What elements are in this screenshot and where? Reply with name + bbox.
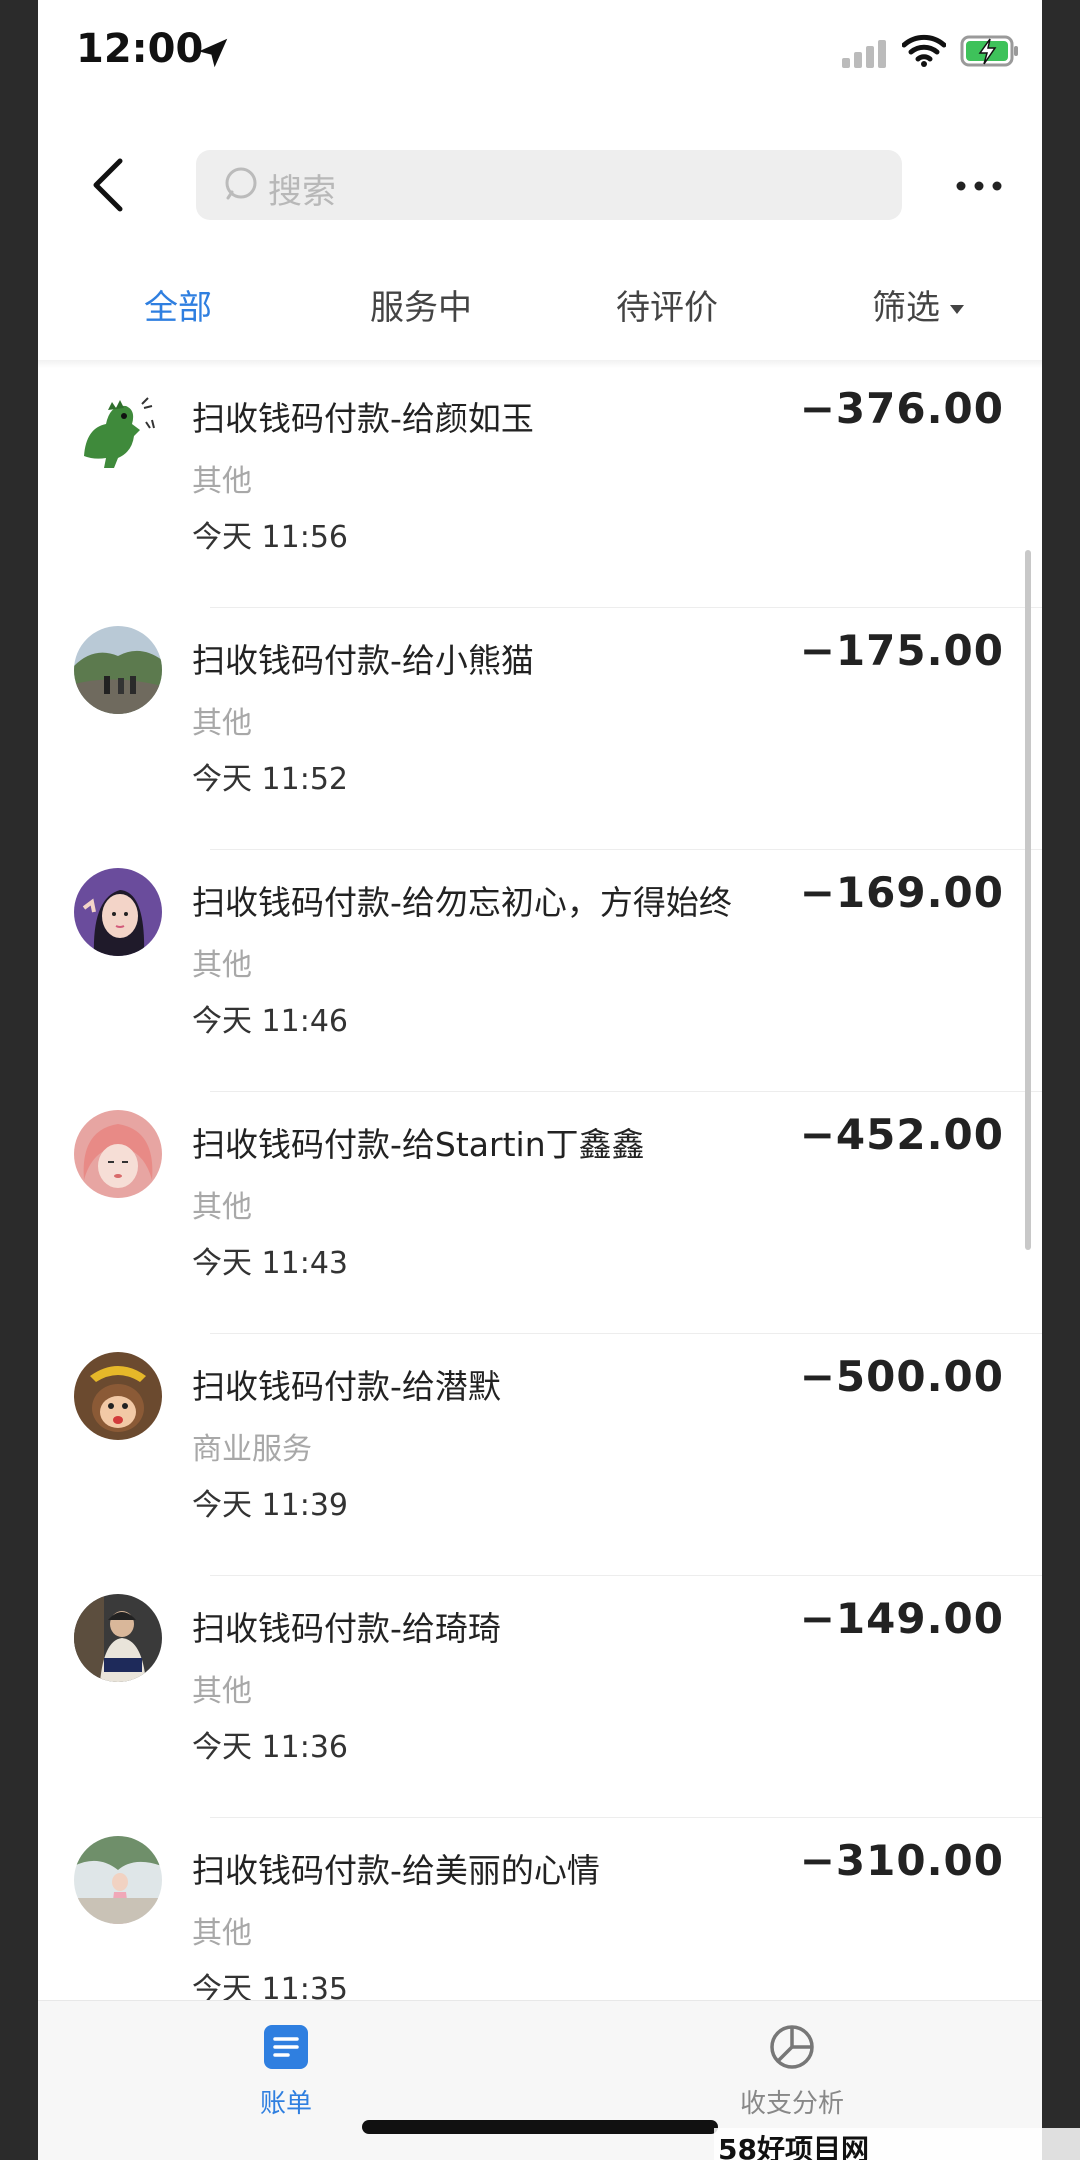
status-bar: 12:00 xyxy=(38,0,1042,100)
transaction-time: 今天 11:39 xyxy=(192,1488,348,1523)
transaction-title: 扫收钱码付款-给琦琦 xyxy=(192,1609,501,1648)
transaction-row[interactable]: 扫收钱码付款-给琦琦 其他 今天 11:36 −149.00 xyxy=(38,1576,1042,1818)
wifi-icon xyxy=(902,34,946,67)
location-arrow-icon xyxy=(198,38,228,68)
search-icon xyxy=(225,167,257,200)
transaction-title: 扫收钱码付款-给美丽的心情 xyxy=(192,1851,600,1890)
transaction-title: 扫收钱码付款-给潜默 xyxy=(192,1367,501,1406)
bill-icon xyxy=(264,2025,308,2069)
transaction-title: 扫收钱码付款-给勿忘初心，方得始终 xyxy=(192,883,732,922)
transaction-time: 今天 11:52 xyxy=(192,762,348,797)
avatar xyxy=(74,868,162,956)
avatar xyxy=(74,384,162,472)
transaction-row[interactable]: 扫收钱码付款-给颜如玉 其他 今天 11:56 −376.00 xyxy=(38,366,1042,608)
scrollbar[interactable] xyxy=(1025,550,1031,1250)
transaction-title: 扫收钱码付款-给Startin丁鑫鑫 xyxy=(192,1125,645,1164)
filter-tabs: 全部 服务中 待评价 筛选 xyxy=(38,280,1042,340)
tab-pending-review[interactable]: 待评价 xyxy=(616,280,718,329)
app-screen: 12:00 搜索 全部 服务中 待评价 筛选 扫收钱码付款-给颜如玉 其他 今天… xyxy=(38,0,1042,2160)
watermark: 58好项目网www.58hxm.com xyxy=(714,2128,1080,2160)
transaction-category: 其他 xyxy=(192,464,252,499)
transaction-title: 扫收钱码付款-给颜如玉 xyxy=(192,399,534,438)
nav-analysis[interactable]: 收支分析 xyxy=(722,2023,862,2120)
avatar xyxy=(74,1110,162,1198)
tab-in-service[interactable]: 服务中 xyxy=(370,280,472,329)
transaction-title: 扫收钱码付款-给小熊猫 xyxy=(192,641,534,680)
avatar xyxy=(74,1594,162,1682)
nav-bill[interactable]: 账单 xyxy=(216,2023,356,2120)
transaction-amount: −452.00 xyxy=(799,1110,1004,1159)
transaction-row[interactable]: 扫收钱码付款-给小熊猫 其他 今天 11:52 −175.00 xyxy=(38,608,1042,850)
nav-bill-label: 账单 xyxy=(259,2089,312,2119)
back-arrow-icon[interactable] xyxy=(82,155,132,215)
search-placeholder: 搜索 xyxy=(268,172,336,212)
transaction-amount: −149.00 xyxy=(799,1594,1004,1643)
transaction-category: 其他 xyxy=(192,1916,252,1951)
transaction-time: 今天 11:36 xyxy=(192,1730,348,1765)
nav-analysis-label: 收支分析 xyxy=(739,2089,844,2119)
avatar xyxy=(74,1352,162,1440)
transaction-category: 其他 xyxy=(192,1190,252,1225)
more-dots-icon[interactable] xyxy=(954,180,1004,192)
transaction-category: 其他 xyxy=(192,1674,252,1709)
transaction-category: 其他 xyxy=(192,948,252,983)
transaction-amount: −310.00 xyxy=(799,1836,1004,1885)
tab-all[interactable]: 全部 xyxy=(144,280,212,329)
cellular-signal-icon xyxy=(842,40,886,68)
transaction-row[interactable]: 扫收钱码付款-给Startin丁鑫鑫 其他 今天 11:43 −452.00 xyxy=(38,1092,1042,1334)
transaction-row[interactable]: 扫收钱码付款-给勿忘初心，方得始终 其他 今天 11:46 −169.00 xyxy=(38,850,1042,1092)
transaction-amount: −500.00 xyxy=(799,1352,1004,1401)
transaction-time: 今天 11:43 xyxy=(192,1246,348,1281)
transaction-time: 今天 11:56 xyxy=(192,520,348,555)
avatar xyxy=(74,626,162,714)
transaction-time: 今天 11:46 xyxy=(192,1004,348,1039)
home-indicator[interactable] xyxy=(362,2120,718,2134)
avatar xyxy=(74,1836,162,1924)
battery-charging-icon xyxy=(960,35,1018,67)
transaction-category: 其他 xyxy=(192,706,252,741)
transaction-list: 扫收钱码付款-给颜如玉 其他 今天 11:56 −376.00 扫收钱码付款-给… xyxy=(38,366,1042,2060)
tab-filter-label: 筛选 xyxy=(872,288,940,328)
transaction-row[interactable]: 扫收钱码付款-给潜默 商业服务 今天 11:39 −500.00 xyxy=(38,1334,1042,1576)
transaction-amount: −169.00 xyxy=(799,868,1004,917)
tab-filter[interactable]: 筛选 xyxy=(872,280,964,329)
transaction-category: 商业服务 xyxy=(192,1432,312,1467)
pie-chart-icon xyxy=(770,2025,814,2069)
transaction-amount: −175.00 xyxy=(799,626,1004,675)
search-input[interactable]: 搜索 xyxy=(196,150,902,220)
status-time: 12:00 xyxy=(76,26,204,72)
transaction-amount: −376.00 xyxy=(799,384,1004,433)
dropdown-caret-icon xyxy=(950,305,964,314)
